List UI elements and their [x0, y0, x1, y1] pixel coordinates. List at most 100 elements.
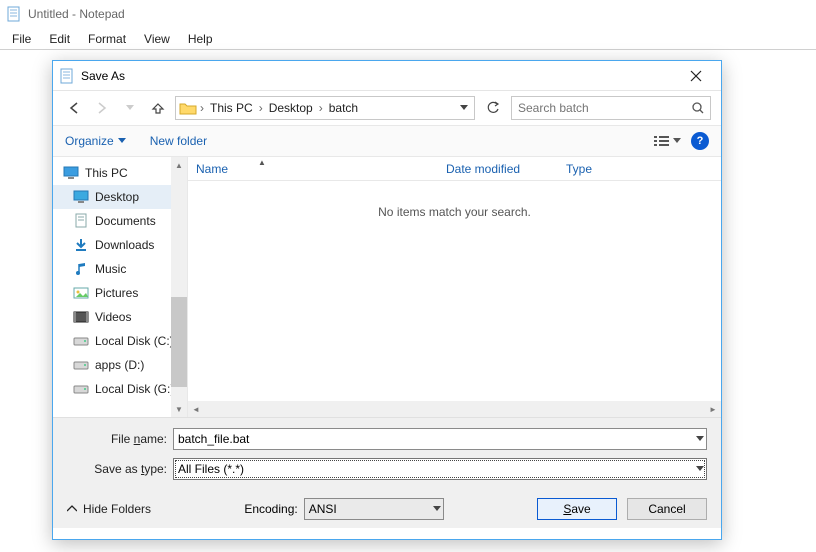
filename-input-wrap[interactable]: [173, 428, 707, 450]
refresh-button[interactable]: [481, 96, 505, 120]
breadcrumb-thispc[interactable]: This PC: [206, 101, 257, 115]
disk-icon: [73, 357, 89, 373]
documents-icon: [73, 213, 89, 229]
cancel-button[interactable]: Cancel: [627, 498, 707, 520]
tree-label: This PC: [85, 166, 128, 180]
chevron-down-icon: [118, 138, 126, 144]
chevron-up-icon: [67, 505, 77, 513]
empty-message: No items match your search.: [378, 205, 531, 219]
breadcrumb-batch[interactable]: batch: [325, 101, 362, 115]
chevron-right-icon[interactable]: ›: [257, 101, 265, 115]
breadcrumb[interactable]: › This PC › Desktop › batch: [175, 96, 475, 120]
savetype-select[interactable]: All Files (*.*): [173, 458, 707, 480]
list-body: No items match your search.: [188, 181, 721, 401]
sort-indicator-icon: ▲: [258, 158, 266, 167]
tree-item-localc[interactable]: Local Disk (C:): [53, 329, 187, 353]
close-button[interactable]: [677, 64, 715, 88]
menu-view[interactable]: View: [136, 30, 178, 48]
folder-icon: [178, 98, 198, 118]
tree-item-desktop[interactable]: Desktop: [53, 185, 187, 209]
savetype-label: Save as type:: [67, 462, 167, 476]
scroll-left-icon[interactable]: ◄: [188, 405, 204, 414]
scroll-up-icon[interactable]: ▲: [171, 157, 187, 173]
encoding-label: Encoding:: [244, 502, 297, 516]
history-drop-icon[interactable]: [119, 97, 141, 119]
view-mode-button[interactable]: [654, 135, 681, 147]
save-button[interactable]: Save: [537, 498, 617, 520]
breadcrumb-expand-icon[interactable]: [456, 105, 472, 111]
search-input[interactable]: [512, 101, 686, 115]
tree-label: Downloads: [95, 238, 154, 252]
back-button[interactable]: [63, 97, 85, 119]
content-row: This PC Desktop Documents Downloads Music Pic…: [53, 157, 721, 417]
tree-label: apps (D:): [95, 358, 144, 372]
tree-label: Pictures: [95, 286, 138, 300]
hide-folders-button[interactable]: Hide Folders: [67, 502, 151, 516]
column-date[interactable]: Date modified: [438, 162, 558, 176]
tree-label: Music: [95, 262, 126, 276]
chevron-right-icon[interactable]: ›: [317, 101, 325, 115]
scroll-thumb[interactable]: [171, 297, 187, 387]
disk-icon: [73, 333, 89, 349]
encoding-select[interactable]: ANSI: [304, 498, 444, 520]
chevron-down-icon[interactable]: [433, 506, 441, 512]
tree-item-music[interactable]: Music: [53, 257, 187, 281]
tree-item-documents[interactable]: Documents: [53, 209, 187, 233]
newfolder-button[interactable]: New folder: [150, 134, 207, 148]
tree-item-videos[interactable]: Videos: [53, 305, 187, 329]
monitor-icon: [63, 165, 79, 181]
column-name[interactable]: ▲ Name: [188, 162, 438, 176]
disk-icon: [73, 381, 89, 397]
menu-file[interactable]: File: [4, 30, 39, 48]
savetype-row: Save as type: All Files (*.*): [67, 458, 707, 480]
tree-item-localg[interactable]: Local Disk (G:): [53, 377, 187, 401]
savetype-value: All Files (*.*): [178, 462, 244, 476]
tree-item-appsd[interactable]: apps (D:): [53, 353, 187, 377]
breadcrumb-desktop[interactable]: Desktop: [265, 101, 317, 115]
search-box[interactable]: [511, 96, 711, 120]
column-type[interactable]: Type: [558, 162, 638, 176]
scroll-down-icon[interactable]: ▼: [171, 401, 187, 417]
filename-label: File name:: [67, 432, 167, 446]
tree-item-thispc[interactable]: This PC: [53, 161, 187, 185]
action-row: Hide Folders Encoding: ANSI Save Cancel: [67, 488, 707, 520]
dialog-title: Save As: [81, 69, 125, 83]
search-icon[interactable]: [686, 97, 710, 119]
list-pane: ▲ Name Date modified Type No items match…: [188, 157, 721, 417]
chevron-right-icon[interactable]: ›: [198, 101, 206, 115]
tree-label: Local Disk (G:): [95, 382, 174, 396]
save-as-dialog: Save As › This: [52, 60, 722, 540]
dialog-titlebar[interactable]: Save As: [53, 61, 721, 91]
tree-label: Local Disk (C:): [95, 334, 174, 348]
tree-label: Documents: [95, 214, 156, 228]
music-icon: [73, 261, 89, 277]
notepad-title: Untitled - Notepad: [28, 7, 125, 21]
tree-item-pictures[interactable]: Pictures: [53, 281, 187, 305]
menu-help[interactable]: Help: [180, 30, 221, 48]
tree-label: Desktop: [95, 190, 139, 204]
bottom-area: File name: Save as type: All Files (*.*)…: [53, 417, 721, 528]
pictures-icon: [73, 285, 89, 301]
filename-input[interactable]: [178, 429, 702, 449]
videos-icon: [73, 309, 89, 325]
tree-label: Videos: [95, 310, 131, 324]
up-button[interactable]: [147, 97, 169, 119]
list-scrollbar-h[interactable]: ◄ ►: [188, 401, 721, 417]
download-icon: [73, 237, 89, 253]
help-button[interactable]: ?: [691, 132, 709, 150]
organize-button[interactable]: Organize: [65, 134, 126, 148]
menu-format[interactable]: Format: [80, 30, 134, 48]
tree-item-downloads[interactable]: Downloads: [53, 233, 187, 257]
list-view-icon: [654, 135, 670, 147]
forward-button[interactable]: [91, 97, 113, 119]
tree-scrollbar[interactable]: ▲ ▼: [171, 157, 187, 417]
chevron-down-icon: [673, 138, 681, 144]
tree-pane: This PC Desktop Documents Downloads Music Pic…: [53, 157, 188, 417]
notepad-icon: [59, 68, 75, 84]
menu-edit[interactable]: Edit: [41, 30, 78, 48]
scroll-right-icon[interactable]: ►: [705, 405, 721, 414]
nav-row: › This PC › Desktop › batch: [53, 91, 721, 125]
filename-row: File name:: [67, 428, 707, 450]
desktop-icon: [73, 189, 89, 205]
column-headers[interactable]: ▲ Name Date modified Type: [188, 157, 721, 181]
